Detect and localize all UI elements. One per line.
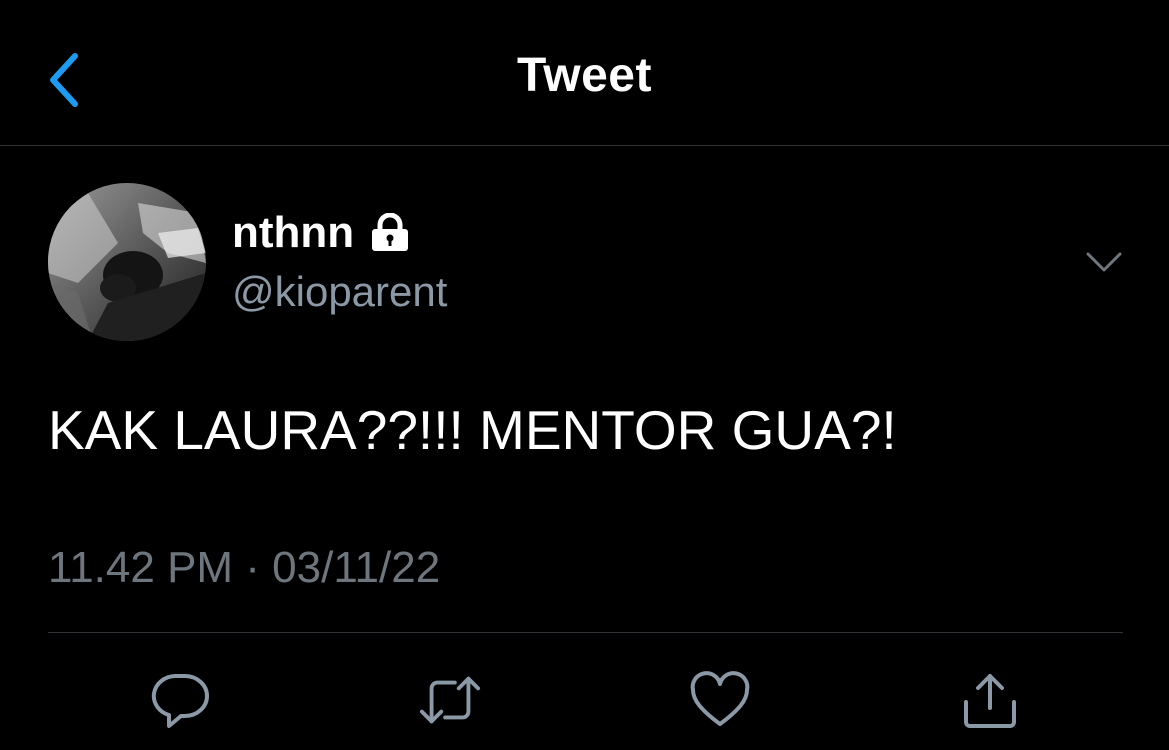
retweet-icon [419, 676, 481, 724]
retweet-button[interactable] [418, 668, 482, 732]
share-icon [964, 674, 1016, 728]
reply-button[interactable] [149, 668, 213, 732]
display-name[interactable]: nthnn [232, 208, 354, 258]
reply-icon [151, 674, 209, 728]
heart-icon [690, 671, 750, 726]
like-button[interactable] [688, 668, 752, 732]
page-title: Tweet [517, 49, 652, 102]
top-navigation-bar: Tweet [0, 0, 1169, 146]
author-name-row: nthnn [232, 208, 412, 258]
avatar[interactable] [48, 183, 206, 341]
lock-icon [372, 213, 409, 251]
author-handle[interactable]: @kioparent [232, 268, 447, 316]
tweet-detail-screen: Tweet nthnn @kioparent KAK LAURA??!!! ME… [0, 0, 1169, 750]
divider [48, 632, 1123, 633]
more-options-button[interactable] [1080, 242, 1128, 282]
chevron-down-icon [1086, 252, 1122, 272]
avatar-photo [48, 183, 206, 341]
tweet-timestamp: 11.42 PM · 03/11/22 [48, 543, 441, 592]
tweet-text: KAK LAURA??!!! MENTOR GUA?! [48, 399, 897, 461]
share-button[interactable] [958, 668, 1022, 732]
